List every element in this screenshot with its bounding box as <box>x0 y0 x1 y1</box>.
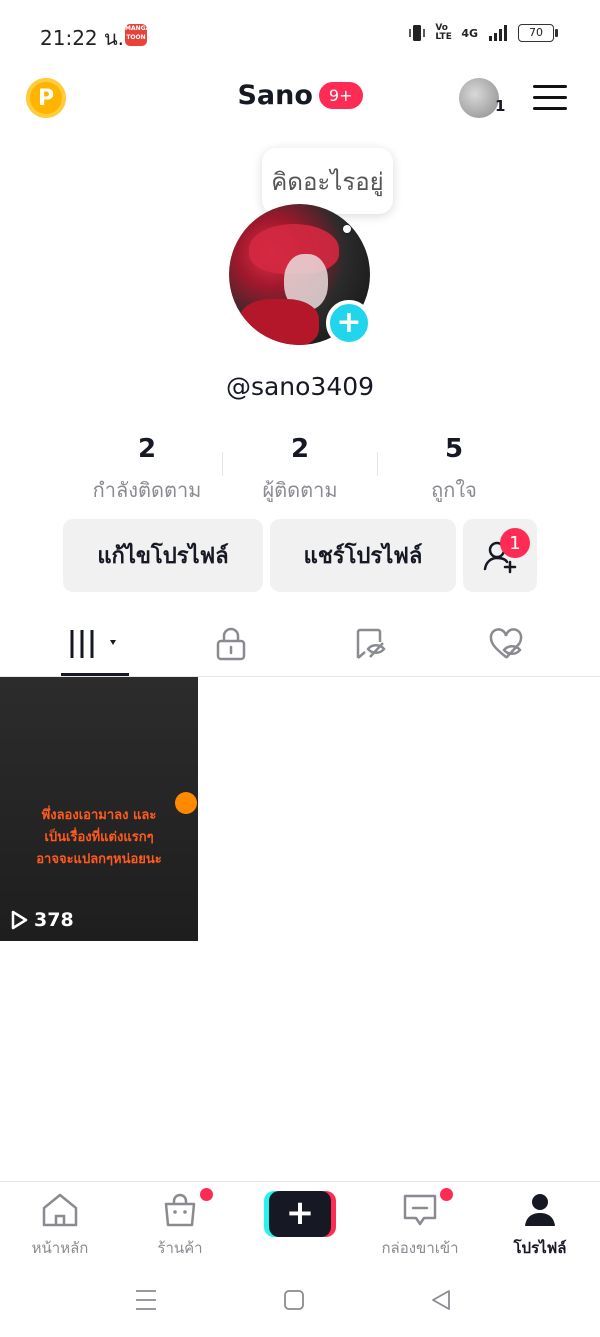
create-button[interactable]: + <box>264 1191 336 1237</box>
account-count: 1 <box>495 97 506 115</box>
menu-icon[interactable] <box>533 85 567 111</box>
signal-icon <box>489 25 507 41</box>
likes-count: 5 <box>444 434 464 464</box>
vibrate-icon <box>409 25 426 41</box>
system-home-button[interactable] <box>283 1288 305 1316</box>
recents-icon <box>136 1290 156 1310</box>
followers-stat[interactable]: 2 ผู้ติดตาม <box>220 434 380 506</box>
nav-profile-label: โปรไฟล์ <box>513 1239 567 1257</box>
following-stat[interactable]: 2 กำลังติดตาม <box>67 434 227 506</box>
likes-label: ถูกใจ <box>431 478 477 502</box>
video-views: 378 <box>10 909 74 931</box>
shop-notification-dot <box>200 1188 213 1201</box>
nav-home[interactable]: หน้าหลัก <box>5 1192 115 1260</box>
share-profile-button[interactable]: แชร์โปรไฟล์ <box>270 519 456 592</box>
repost-icon <box>356 628 386 659</box>
nav-shop-label: ร้านค้า <box>157 1239 203 1257</box>
volte-label: Vo LTE <box>435 23 452 42</box>
shop-icon <box>164 1193 196 1227</box>
notification-badge: 9+ <box>318 82 363 109</box>
grid-icon <box>70 630 116 658</box>
nav-shop[interactable]: ร้านค้า <box>125 1192 235 1260</box>
network-type: 4G <box>461 26 478 40</box>
create-icon: + <box>269 1191 331 1237</box>
play-icon <box>11 910 28 930</box>
nav-inbox-label: กล่องขาเข้า <box>381 1239 459 1257</box>
home-icon <box>42 1193 78 1227</box>
bubble-tail-dot <box>343 225 351 233</box>
tab-videos[interactable] <box>65 622 125 666</box>
account-switch-avatar[interactable] <box>459 78 499 118</box>
system-back-button[interactable] <box>430 1288 452 1316</box>
profile-icon <box>525 1194 555 1226</box>
bottom-nav-divider <box>0 1181 600 1182</box>
home-square-icon <box>284 1290 304 1310</box>
edit-profile-button[interactable]: แก้ไขโปรไฟล์ <box>63 519 263 592</box>
heart-hidden-icon <box>489 628 523 659</box>
status-time: 21:22 น. <box>40 26 125 50</box>
battery-indicator: 70 <box>518 24 558 42</box>
mangatoon-app-icon: MANGA TOON <box>125 24 147 46</box>
profile-name: Sano <box>237 80 313 111</box>
tab-private[interactable] <box>201 622 261 666</box>
add-friend-button[interactable] <box>463 519 537 592</box>
tab-reposts[interactable] <box>340 622 400 666</box>
status-icons: Vo LTE 4G 70 <box>409 23 558 42</box>
following-count: 2 <box>137 434 157 464</box>
inbox-notification-dot <box>440 1188 453 1201</box>
nav-profile[interactable]: โปรไฟล์ <box>485 1192 595 1260</box>
inbox-icon <box>403 1194 437 1226</box>
video-caption: พึ่งลองเอามาลง และ เป็นเรื่องที่แต่งแรกๆ… <box>36 808 162 867</box>
view-count: 378 <box>34 909 74 931</box>
friend-request-badge: 1 <box>500 528 530 558</box>
video-thumbnail[interactable]: พึ่งลองเอามาลง และ เป็นเรื่องที่แต่งแรกๆ… <box>0 677 198 941</box>
following-label: กำลังติดตาม <box>92 478 202 502</box>
username[interactable]: @sano3409 <box>0 372 600 401</box>
tab-liked[interactable] <box>476 622 536 666</box>
back-triangle-icon <box>432 1290 450 1310</box>
followers-label: ผู้ติดตาม <box>262 478 338 502</box>
followers-count: 2 <box>290 434 310 464</box>
status-bubble[interactable]: คิดอะไรอยู่ <box>262 148 393 214</box>
add-avatar-button[interactable]: + <box>326 300 372 346</box>
lock-icon <box>216 627 246 661</box>
nav-inbox[interactable]: กล่องขาเข้า <box>365 1192 475 1260</box>
system-recents-button[interactable] <box>135 1288 157 1316</box>
nav-home-label: หน้าหลัก <box>31 1239 89 1257</box>
profile-header-title[interactable]: Sano 9+ <box>0 80 600 111</box>
likes-stat[interactable]: 5 ถูกใจ <box>374 434 534 506</box>
